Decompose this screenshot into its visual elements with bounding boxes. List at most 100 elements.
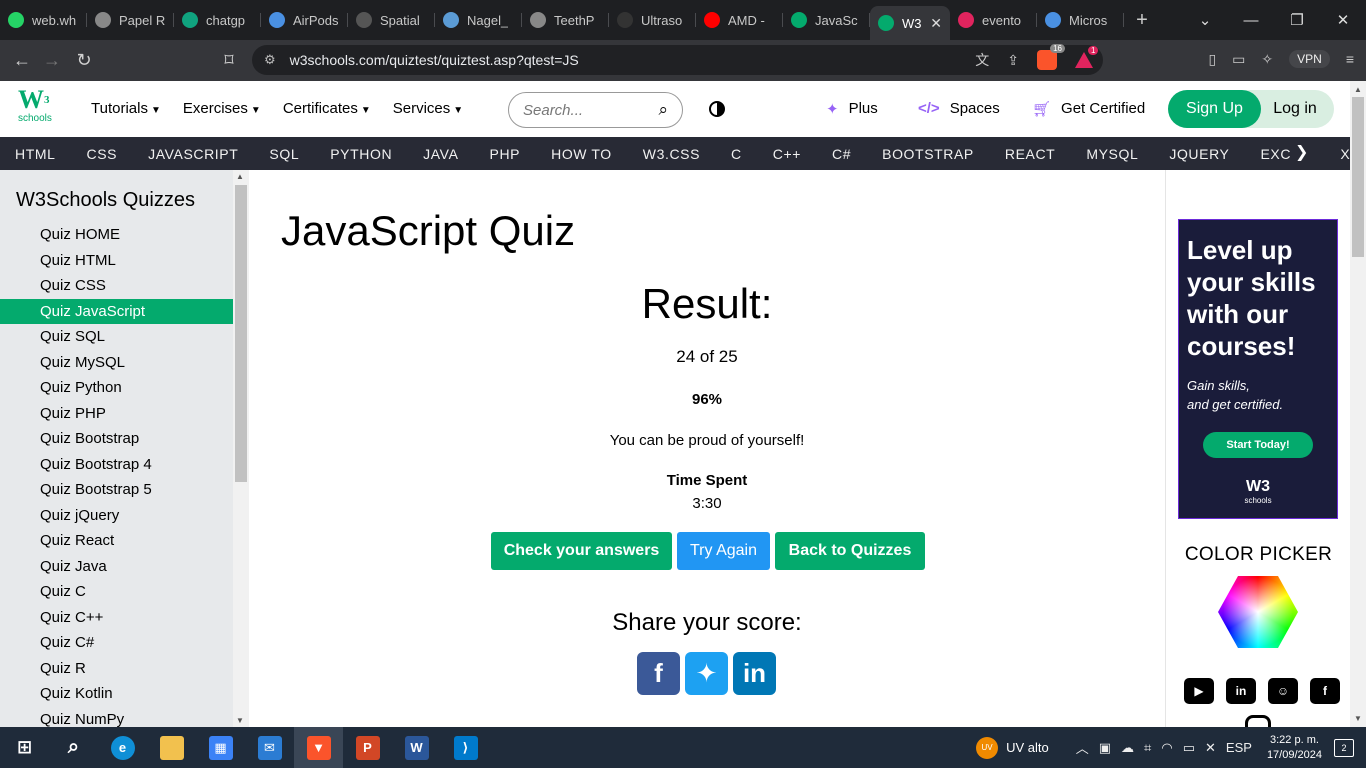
new-tab-button[interactable]: + xyxy=(1124,9,1160,32)
taskbar-edge[interactable]: e xyxy=(98,727,147,768)
sidebar-item[interactable]: Quiz MySQL xyxy=(0,350,233,376)
signup-button[interactable]: Sign Up xyxy=(1168,90,1261,128)
menu-icon[interactable]: ≡ xyxy=(1346,51,1354,67)
nav-certificates[interactable]: Certificates ▼ xyxy=(283,100,371,117)
vpn-button[interactable]: VPN xyxy=(1289,50,1330,68)
sidebar-item[interactable]: Quiz Bootstrap 4 xyxy=(0,452,233,478)
instagram-icon[interactable] xyxy=(1245,715,1271,727)
page-scroll-up-icon[interactable]: ▲ xyxy=(1354,85,1362,94)
browser-tab[interactable]: Spatial xyxy=(348,4,435,36)
taskbar-explorer[interactable] xyxy=(147,727,196,768)
dark-mode-toggle-icon[interactable] xyxy=(709,101,725,117)
taskbar-word[interactable]: W xyxy=(392,727,441,768)
browser-tab[interactable]: Ultraso xyxy=(609,4,696,36)
wifi-icon[interactable]: ◠ xyxy=(1161,740,1172,756)
cloud-icon[interactable]: ☁ xyxy=(1121,740,1134,756)
plus-link[interactable]: ✦ Plus xyxy=(826,100,878,118)
sidebar-item[interactable]: Quiz Java xyxy=(0,554,233,580)
topic-link[interactable]: XML xyxy=(1340,146,1350,162)
taskbar-brave[interactable]: ▼ xyxy=(294,727,343,768)
start-button[interactable]: ⊞ xyxy=(0,727,49,768)
twitter-share-icon[interactable]: ✦ xyxy=(685,652,728,695)
linkedin-share-icon[interactable]: in xyxy=(733,652,776,695)
topic-link[interactable]: HOW TO xyxy=(551,146,612,162)
page-scroll-down-icon[interactable]: ▼ xyxy=(1354,714,1362,723)
browser-tab[interactable]: Micros xyxy=(1037,4,1124,36)
back-button[interactable]: ← xyxy=(7,50,37,71)
sidebar-item[interactable]: Quiz R xyxy=(0,656,233,682)
reload-button[interactable]: ↻ xyxy=(69,50,99,71)
sidebar-item[interactable]: Quiz HOME xyxy=(0,222,233,248)
browser-tab[interactable]: evento xyxy=(950,4,1037,36)
page-scroll-thumb[interactable] xyxy=(1352,97,1364,257)
youtube-icon[interactable]: ▶ xyxy=(1184,678,1214,704)
courses-ad[interactable]: Level up your skills with our courses! G… xyxy=(1178,219,1338,519)
browser-tab[interactable]: web.wh xyxy=(0,4,87,36)
sidebar-item[interactable]: Quiz React xyxy=(0,528,233,554)
browser-tab[interactable]: Papel R xyxy=(87,4,174,36)
topic-link[interactable]: JAVA xyxy=(423,146,458,162)
sidebar-item[interactable]: Quiz SQL xyxy=(0,324,233,350)
topic-link[interactable]: HTML xyxy=(15,146,56,162)
browser-tab[interactable]: AMD - xyxy=(696,4,783,36)
sidebar-item[interactable]: Quiz JavaScript xyxy=(0,298,233,324)
nav-exercises[interactable]: Exercises ▼ xyxy=(183,100,261,117)
topic-link[interactable]: PHP xyxy=(490,146,521,162)
browser-tab[interactable]: Nagel_ xyxy=(435,4,522,36)
usb-icon[interactable]: ⌗ xyxy=(1144,740,1151,756)
color-picker-icon[interactable] xyxy=(1218,576,1298,648)
translate-icon[interactable]: 文 xyxy=(975,50,989,70)
scroll-up-icon[interactable]: ▲ xyxy=(236,172,244,181)
sidebar-item[interactable]: Quiz HTML xyxy=(0,248,233,274)
browser-tab[interactable]: JavaSc xyxy=(783,4,870,36)
taskbar-powerpoint[interactable]: P xyxy=(343,727,392,768)
brave-shields-icon[interactable]: 16 xyxy=(1037,44,1065,70)
topic-link[interactable]: SQL xyxy=(269,146,299,162)
scroll-down-icon[interactable]: ▼ xyxy=(236,716,244,725)
topic-link[interactable]: REACT xyxy=(1005,146,1055,162)
maximize-button[interactable]: ❐ xyxy=(1274,11,1320,29)
weather-widget[interactable]: UV UV alto xyxy=(976,736,1049,759)
sidebar-scroll-thumb[interactable] xyxy=(235,185,247,482)
topic-link[interactable]: BOOTSTRAP xyxy=(882,146,974,162)
spaces-link[interactable]: </> Spaces xyxy=(918,100,1000,117)
facebook-share-icon[interactable]: f xyxy=(637,652,680,695)
url-field[interactable]: ⚙ w3schools.com/quiztest/quiztest.asp?qt… xyxy=(252,44,1103,75)
try-again-button[interactable]: Try Again xyxy=(677,532,770,570)
notifications-button[interactable]: 2 xyxy=(1334,738,1354,757)
start-today-button[interactable]: Start Today! xyxy=(1203,432,1313,458)
sidebar-item[interactable]: Quiz Bootstrap xyxy=(0,426,233,452)
language-indicator[interactable]: ESP xyxy=(1226,740,1252,755)
nav-tutorials[interactable]: Tutorials ▼ xyxy=(91,100,161,117)
browser-tab[interactable]: chatgp xyxy=(174,4,261,36)
facebook-icon[interactable]: f xyxy=(1310,678,1340,704)
taskbar-vscode[interactable]: ⟩ xyxy=(441,727,490,768)
discord-icon[interactable]: ☺ xyxy=(1268,678,1298,704)
back-to-quizzes-button[interactable]: Back to Quizzes xyxy=(775,532,925,570)
close-tab-icon[interactable]: ✕ xyxy=(930,15,942,32)
chevron-right-icon[interactable]: ❯ xyxy=(1290,142,1309,162)
brave-rewards-icon[interactable]: 1 xyxy=(1075,46,1099,68)
sidebar-item[interactable]: Quiz Python xyxy=(0,375,233,401)
sidebar-item[interactable]: Quiz jQuery xyxy=(0,503,233,529)
topic-link[interactable]: JQUERY xyxy=(1169,146,1229,162)
wallet-icon[interactable]: ▭ xyxy=(1232,51,1245,68)
sidebar-item[interactable]: Quiz CSS xyxy=(0,273,233,299)
search-icon[interactable]: ⌕ xyxy=(658,100,668,120)
browser-tab[interactable]: W3 ✕ xyxy=(870,6,950,40)
close-window-button[interactable]: ✕ xyxy=(1320,11,1366,29)
site-info-icon[interactable]: ⚙ xyxy=(264,52,276,68)
volume-muted-icon[interactable]: ✕ xyxy=(1205,740,1216,756)
topic-link[interactable]: W3.CSS xyxy=(643,146,700,162)
topic-link[interactable]: PYTHON xyxy=(330,146,392,162)
share-icon[interactable]: ⇪ xyxy=(1007,52,1019,69)
browser-tab[interactable]: TeethP xyxy=(522,4,609,36)
sidebar-item[interactable]: Quiz C xyxy=(0,579,233,605)
search-input[interactable]: Search... ⌕ xyxy=(508,92,683,128)
page-scrollbar[interactable]: ▲ ▼ xyxy=(1350,81,1366,727)
forward-button[interactable]: → xyxy=(37,50,67,71)
topic-link[interactable]: C# xyxy=(832,146,851,162)
taskbar-search[interactable]: ⌕ xyxy=(49,727,98,768)
sidebar-item[interactable]: Quiz C++ xyxy=(0,605,233,631)
get-certified-link[interactable]: 🛒︎ Get Certified xyxy=(1032,100,1145,118)
